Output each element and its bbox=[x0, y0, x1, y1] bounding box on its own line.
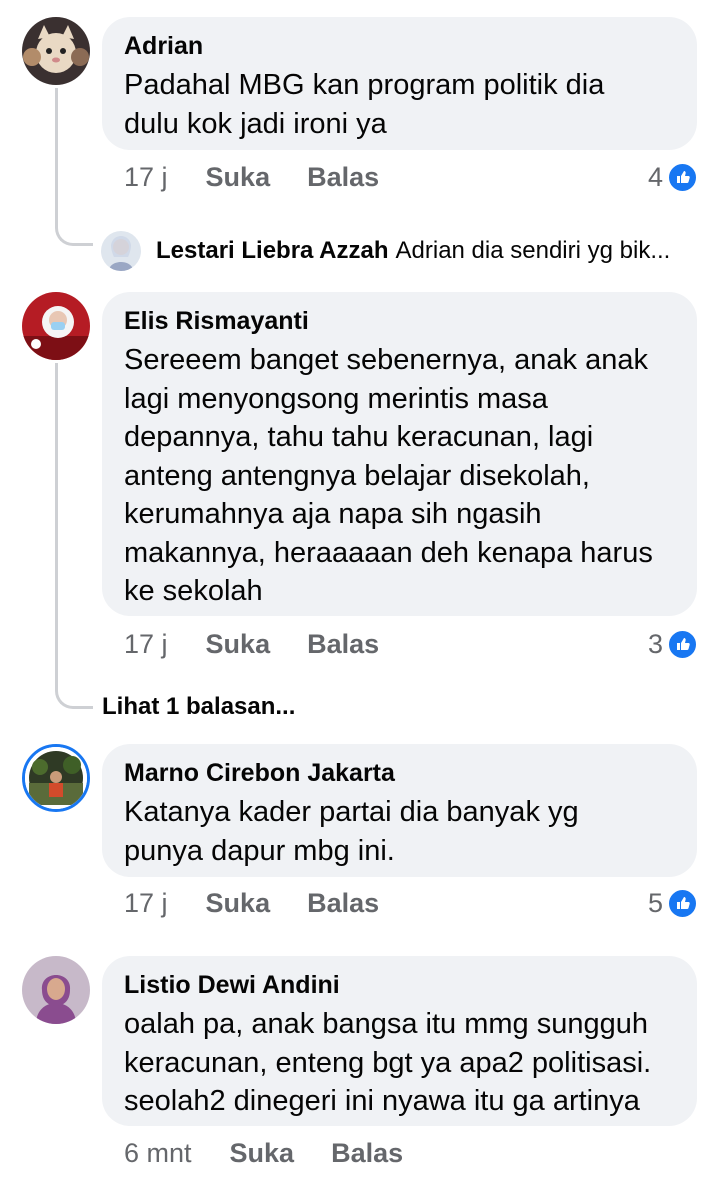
comment-bubble-3[interactable]: Marno Cirebon Jakarta Katanya kader part… bbox=[102, 744, 697, 877]
comment-bubble-1[interactable]: Adrian Padahal MBG kan program politik d… bbox=[102, 17, 697, 150]
thread-line-2 bbox=[55, 363, 58, 683]
reply-button[interactable]: Balas bbox=[307, 160, 379, 194]
reply-author[interactable]: Lestari Liebra Azzah bbox=[156, 236, 389, 266]
comment-meta-2: 17 j Suka Balas bbox=[124, 627, 379, 661]
comment-text-line: Katanya kader partai dia banyak yg bbox=[124, 796, 579, 828]
comment-author[interactable]: Adrian bbox=[124, 31, 675, 61]
comment-time[interactable]: 17 j bbox=[124, 886, 168, 920]
reply-button[interactable]: Balas bbox=[307, 627, 379, 661]
comment-author[interactable]: Listio Dewi Andini bbox=[124, 970, 675, 1000]
comment-text-line: seolah2 dinegeri ini nyawa itu ga artiny… bbox=[124, 1085, 640, 1117]
comment-bubble-2[interactable]: Elis Rismayanti Sereeem banget sebenerny… bbox=[102, 292, 697, 616]
like-thumb-icon bbox=[667, 628, 698, 660]
comment-text-line: keracunan, enteng bgt ya apa2 politisasi… bbox=[124, 1046, 652, 1079]
comment-meta-3: 17 j Suka Balas bbox=[124, 886, 379, 920]
comment-text-line: punya dapur mbg ini. bbox=[124, 834, 395, 867]
reply-text: Adrian dia sendiri yg bik... bbox=[395, 237, 671, 264]
cat-avatar-icon bbox=[22, 17, 90, 85]
reaction-summary-1[interactable]: 4 bbox=[648, 160, 698, 194]
reaction-count: 5 bbox=[647, 888, 663, 918]
comment-time[interactable]: 17 j bbox=[124, 627, 168, 661]
comment-text-line: lagi menyongsong merintis masa bbox=[124, 382, 548, 415]
avatar-listio[interactable] bbox=[22, 956, 90, 1024]
avatar-elis[interactable] bbox=[22, 292, 90, 360]
avatar-adrian[interactable] bbox=[22, 17, 90, 85]
reply-preview[interactable]: Lestari Liebra Azzah Adrian dia sendiri … bbox=[101, 231, 670, 271]
like-thumb-icon bbox=[667, 161, 698, 193]
comment-text-line: oalah pa, anak bangsa itu mmg sungguh bbox=[124, 1008, 648, 1040]
like-thumb-icon bbox=[667, 887, 698, 919]
comment-bubble-4[interactable]: Listio Dewi Andini oalah pa, anak bangsa… bbox=[102, 956, 697, 1126]
thread-curve-2 bbox=[55, 676, 93, 709]
reaction-summary-2[interactable]: 3 bbox=[648, 627, 698, 661]
comment-text-line: kerumahnya aja napa sih ngasih bbox=[124, 498, 542, 530]
like-button[interactable]: Suka bbox=[206, 627, 271, 661]
person-avatar-icon bbox=[22, 292, 90, 360]
comment-author[interactable]: Marno Cirebon Jakarta bbox=[124, 758, 675, 788]
reaction-count: 4 bbox=[647, 162, 663, 192]
reaction-summary-3[interactable]: 5 bbox=[648, 886, 698, 920]
comment-time[interactable]: 6 mnt bbox=[124, 1136, 192, 1170]
like-button[interactable]: Suka bbox=[230, 1136, 295, 1170]
reply-button[interactable]: Balas bbox=[331, 1136, 403, 1170]
person-avatar-icon bbox=[22, 956, 90, 1024]
person-avatar-icon bbox=[25, 747, 87, 809]
like-button[interactable]: Suka bbox=[206, 886, 271, 920]
like-button[interactable]: Suka bbox=[206, 160, 271, 194]
comment-text-line: dulu kok jadi ironi ya bbox=[124, 107, 387, 140]
comment-text-line: anteng antengnya belajar disekolah, bbox=[124, 459, 590, 492]
see-replies-link[interactable]: Lihat 1 balasan... bbox=[102, 692, 295, 722]
comment-text-line: Sereeem banget sebenernya, anak anak bbox=[124, 344, 648, 376]
thread-curve-1 bbox=[55, 210, 93, 246]
person-avatar-icon bbox=[101, 231, 141, 271]
comment-text-line: makannya, heraaaaan deh kenapa harus bbox=[124, 536, 653, 569]
thread-line-1 bbox=[55, 88, 58, 218]
comment-text-line: ke sekolah bbox=[124, 575, 263, 607]
comment-text-line: depannya, tahu tahu keracunan, lagi bbox=[124, 421, 594, 453]
comment-meta-4: 6 mnt Suka Balas bbox=[124, 1136, 403, 1170]
comment-author[interactable]: Elis Rismayanti bbox=[124, 306, 675, 336]
avatar-lestari[interactable] bbox=[101, 231, 141, 271]
comment-meta-1: 17 j Suka Balas bbox=[124, 160, 379, 194]
comment-time[interactable]: 17 j bbox=[124, 160, 168, 194]
reply-button[interactable]: Balas bbox=[307, 886, 379, 920]
reaction-count: 3 bbox=[647, 629, 663, 659]
avatar-marno[interactable] bbox=[22, 744, 90, 812]
comment-text-line: Padahal MBG kan program politik dia bbox=[124, 69, 605, 101]
